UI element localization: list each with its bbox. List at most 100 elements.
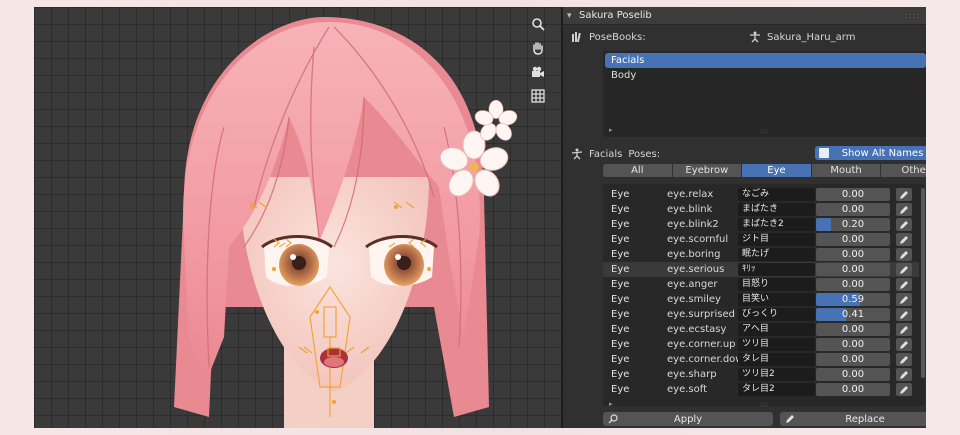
chevron-down-icon[interactable]: ▾ xyxy=(567,11,579,21)
pose-value-slider[interactable]: 0.00 xyxy=(816,368,890,381)
pencil-icon[interactable] xyxy=(896,248,912,261)
pencil-icon[interactable] xyxy=(896,323,912,336)
list-grip-icon[interactable]: :::: xyxy=(760,128,768,135)
pose-alt-name-field[interactable]: びっくり xyxy=(738,308,815,321)
pose-value-slider[interactable]: 0.00 xyxy=(816,203,890,216)
show-alt-names-label: Show Alt Names xyxy=(841,147,924,159)
pose-alt-name-field[interactable]: タレ目 xyxy=(738,353,815,366)
pose-value-slider[interactable]: 0.00 xyxy=(816,338,890,351)
pose-value-text: 0.20 xyxy=(841,219,865,230)
pose-row[interactable]: Eye eye.blink まばたき 0.00 xyxy=(603,202,919,217)
pose-alt-name-field[interactable]: 眠たげ xyxy=(738,248,815,261)
pose-alt-name-field[interactable]: 目怒り xyxy=(738,278,815,291)
pose-value-text: 0.00 xyxy=(841,369,865,380)
pose-category: Eye xyxy=(611,354,630,365)
tab-eyebrow[interactable]: Eyebrow xyxy=(672,164,742,177)
pose-row[interactable]: Eye eye.soft タレ目2 0.00 xyxy=(603,382,919,397)
pose-alt-name-field[interactable]: まばたき xyxy=(738,203,815,216)
posebook-item-facials[interactable]: Facials xyxy=(605,53,926,68)
pose-value-slider[interactable]: 0.00 xyxy=(816,353,890,366)
grid-icon[interactable] xyxy=(527,85,549,107)
pose-row[interactable]: Eye eye.corner.down タレ目 0.00 xyxy=(603,352,919,367)
tab-all[interactable]: All xyxy=(603,164,672,177)
pose-row[interactable]: Eye eye.corner.up ツリ目 0.00 xyxy=(603,337,919,352)
pose-value-slider[interactable]: 0.00 xyxy=(816,383,890,396)
list-resize-arrow-icon[interactable]: ▸ xyxy=(609,126,613,134)
pose-category: Eye xyxy=(611,384,630,395)
pencil-icon[interactable] xyxy=(896,203,912,216)
pose-alt-name-field[interactable]: アヘ目 xyxy=(738,323,815,336)
pose-name: eye.scornful xyxy=(667,234,729,245)
3d-viewport[interactable] xyxy=(34,7,561,428)
pose-value-text: 0.59 xyxy=(841,294,865,305)
list-resize-arrow-icon[interactable]: ▸ xyxy=(609,400,613,408)
poses-row: Facials Poses: xyxy=(571,148,660,160)
pencil-icon[interactable] xyxy=(896,218,912,231)
pose-value-text: 0.00 xyxy=(841,234,865,245)
pose-value-slider[interactable]: 0.00 xyxy=(816,233,890,246)
pencil-icon[interactable] xyxy=(896,278,912,291)
replace-button[interactable]: Replace xyxy=(780,412,926,426)
pencil-icon[interactable] xyxy=(896,233,912,246)
pose-value-slider[interactable]: 0.41 xyxy=(816,308,890,321)
pose-alt-name-field[interactable]: ツリ目 xyxy=(738,338,815,351)
pose-row[interactable]: Eye eye.surprised びっくり 0.41 xyxy=(603,307,919,322)
pencil-icon[interactable] xyxy=(896,188,912,201)
camera-icon[interactable] xyxy=(527,61,549,83)
pencil-icon[interactable] xyxy=(896,383,912,396)
panel-header[interactable]: ▾ Sakura Poselib :::: xyxy=(563,7,926,25)
pose-alt-name-field[interactable]: なごみ xyxy=(738,188,815,201)
pose-row[interactable]: Eye eye.boring 眠たげ 0.00 xyxy=(603,247,919,262)
books-icon xyxy=(572,32,581,43)
pencil-icon[interactable] xyxy=(896,293,912,306)
pose-value-text: 0.00 xyxy=(841,264,865,275)
apply-button[interactable]: Apply xyxy=(603,412,773,426)
pose-row[interactable]: Eye eye.anger 目怒り 0.00 xyxy=(603,277,919,292)
pose-row[interactable]: Eye eye.relax なごみ 0.00 xyxy=(603,187,919,202)
pose-name: eye.blink xyxy=(667,204,713,215)
tab-mouth[interactable]: Mouth xyxy=(811,164,881,177)
pose-alt-name-field[interactable]: ｷﾘｯ xyxy=(738,263,815,276)
mouth xyxy=(320,347,348,368)
show-alt-names-button[interactable]: Show Alt Names xyxy=(815,146,926,160)
book-name: Facials xyxy=(589,148,623,160)
search-icon xyxy=(608,414,618,424)
pencil-icon[interactable] xyxy=(896,308,912,321)
pose-category: Eye xyxy=(611,264,630,275)
pencil-icon[interactable] xyxy=(896,263,912,276)
pencil-icon[interactable] xyxy=(896,368,912,381)
tab-eye[interactable]: Eye xyxy=(742,164,811,177)
pose-alt-name-field[interactable]: 目笑い xyxy=(738,293,815,306)
pose-value-text: 0.00 xyxy=(841,339,865,350)
character-head-render xyxy=(174,17,518,428)
pose-list-scrollbar[interactable] xyxy=(921,188,925,378)
pose-alt-name-field[interactable]: ツリ目2 xyxy=(738,368,815,381)
pencil-icon[interactable] xyxy=(896,353,912,366)
pose-row[interactable]: Eye eye.scornful ジト目 0.00 xyxy=(603,232,919,247)
pose-value-slider[interactable]: 0.00 xyxy=(816,248,890,261)
pose-category: Eye xyxy=(611,369,630,380)
pose-value-slider[interactable]: 0.20 xyxy=(816,218,890,231)
pose-row[interactable]: Eye eye.smiley 目笑い 0.59 xyxy=(603,292,919,307)
pose-value-text: 0.00 xyxy=(841,189,865,200)
pose-value-slider[interactable]: 0.59 xyxy=(816,293,890,306)
pencil-icon[interactable] xyxy=(896,338,912,351)
hand-icon[interactable] xyxy=(527,37,549,59)
tab-other[interactable]: Other xyxy=(881,164,926,177)
pose-row[interactable]: Eye eye.serious ｷﾘｯ 0.00 xyxy=(603,262,919,277)
pose-row[interactable]: Eye eye.sharp ツリ目2 0.00 xyxy=(603,367,919,382)
pose-alt-name-field[interactable]: ジト目 xyxy=(738,233,815,246)
pose-value-slider[interactable]: 0.00 xyxy=(816,323,890,336)
pose-row[interactable]: Eye eye.ecstasy アヘ目 0.00 xyxy=(603,322,919,337)
pose-alt-name-field[interactable]: タレ目2 xyxy=(738,383,815,396)
pose-value-slider[interactable]: 0.00 xyxy=(816,263,890,276)
posebook-item-body[interactable]: Body xyxy=(605,68,926,83)
pose-value-slider[interactable]: 0.00 xyxy=(816,278,890,291)
armature-icon xyxy=(750,31,760,43)
zoom-icon[interactable] xyxy=(527,13,549,35)
pose-alt-name-field[interactable]: まばたき2 xyxy=(738,218,815,231)
pose-row[interactable]: Eye eye.blink2 まばたき2 0.20 xyxy=(603,217,919,232)
list-grip-icon[interactable]: :::: xyxy=(760,401,768,408)
drag-grip-icon[interactable]: :::: xyxy=(905,11,920,20)
pose-value-slider[interactable]: 0.00 xyxy=(816,188,890,201)
